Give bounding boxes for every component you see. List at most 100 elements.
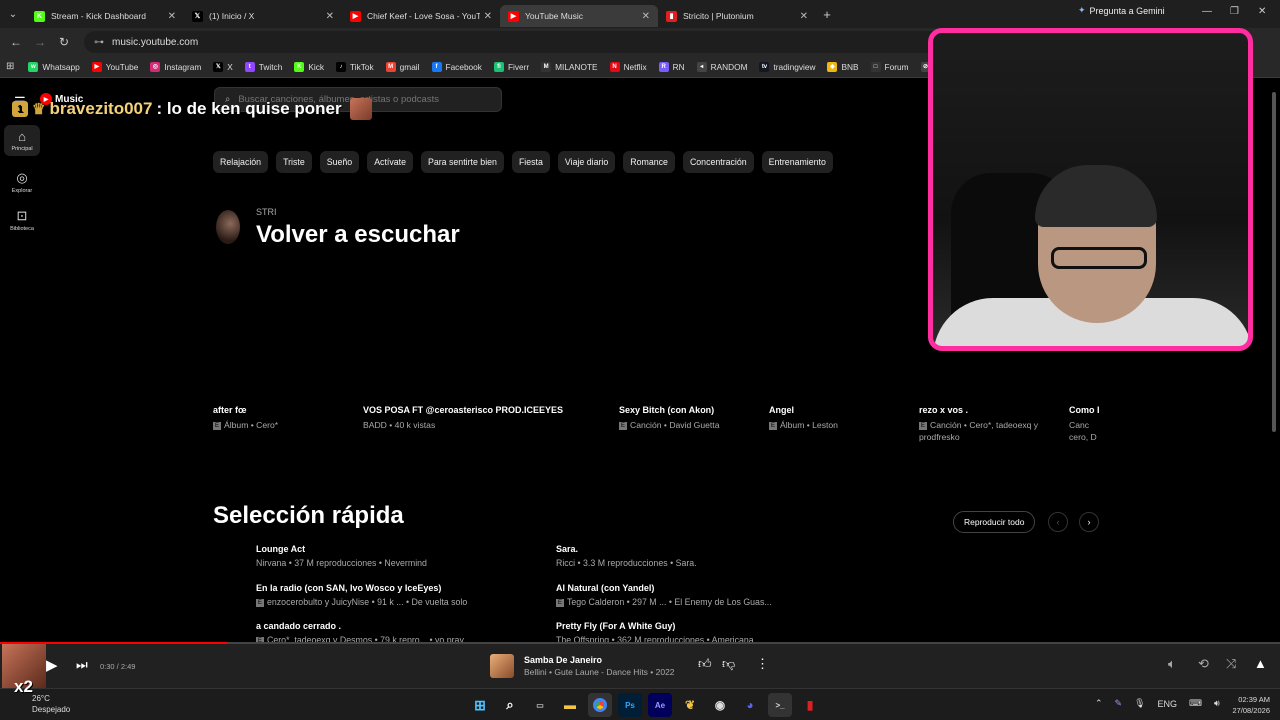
bookmark-item[interactable]: K Kick: [294, 61, 324, 72]
play-all-button[interactable]: Reproducir todo: [953, 511, 1036, 533]
browser-tab[interactable]: K Stream - Kick Dashboard ✕: [26, 5, 184, 27]
tab-close-icon[interactable]: ✕: [168, 11, 176, 22]
mood-chip[interactable]: Fiesta: [511, 151, 550, 173]
tab-close-icon[interactable]: ✕: [800, 11, 808, 22]
volume-icon[interactable]: 🔈︎: [1168, 656, 1176, 672]
photoshop-icon[interactable]: Ps: [618, 693, 642, 717]
fl-studio-icon[interactable]: ❦: [678, 693, 702, 717]
shuffle-icon[interactable]: ⤨: [1226, 656, 1236, 672]
speaker-icon[interactable]: 🔊︎: [1214, 698, 1220, 709]
listen-again-card[interactable]: VOS POSA FT @ceroasterisco PROD.ICEEYES B…: [363, 405, 603, 431]
bookmark-item[interactable]: Mgmail: [385, 61, 420, 72]
microphone-icon[interactable]: 🎙︎: [1134, 698, 1145, 709]
bookmark-item[interactable]: ◆ BNB: [827, 61, 859, 72]
discord-icon[interactable]: ◕: [738, 693, 762, 717]
bookmark-item[interactable]: f Facebook: [431, 61, 482, 72]
back-icon[interactable]: ←: [4, 35, 28, 49]
listen-again-title[interactable]: Volver a escuchar: [256, 221, 460, 249]
pen-icon[interactable]: ✎: [1115, 698, 1123, 709]
bookmark-item[interactable]: ◂ RANDOM: [696, 61, 747, 72]
listen-again-card[interactable]: Angel E Álbum • Leston: [769, 405, 909, 431]
apps-icon[interactable]: ⊞: [6, 61, 14, 72]
bookmark-item[interactable]: ◎ Instagram: [150, 61, 201, 72]
play-icon[interactable]: ▶: [46, 656, 58, 674]
mood-chip[interactable]: Viaje diario: [557, 151, 616, 173]
bookmark-item[interactable]: M MILANOTE: [541, 61, 598, 72]
repeat-icon[interactable]: ⟲: [1198, 656, 1209, 672]
mood-chip[interactable]: Relajación: [213, 151, 269, 173]
bookmark-item[interactable]: fi Fiverr: [493, 61, 529, 72]
sidebar-item-principal[interactable]: ⌂ Principal: [4, 125, 40, 156]
now-playing-subtitle[interactable]: Bellini • Gute Laune - Dance Hits • 2022: [524, 667, 675, 677]
gemini-button[interactable]: ✦ Pregunta a Gemini: [1078, 5, 1165, 16]
tab-close-icon[interactable]: ✕: [326, 11, 334, 22]
plutonium-icon[interactable]: ▮: [798, 693, 822, 717]
browser-tab[interactable]: ▶ YouTube Music ✕: [500, 5, 658, 27]
progress-bar[interactable]: [0, 642, 1280, 644]
next-icon[interactable]: ⏭: [76, 657, 88, 673]
bookmark-item[interactable]: N Netflix: [609, 61, 647, 72]
bookmark-item[interactable]: t Twitch: [244, 61, 282, 72]
listen-again-avatar[interactable]: [216, 210, 240, 244]
chevron-right-icon[interactable]: ›: [1079, 512, 1099, 532]
quick-pick-row[interactable]: Lounge Act Nirvana • 37 M reproducciones …: [256, 544, 496, 568]
taskbar-search-icon[interactable]: ⌕: [498, 693, 522, 717]
mood-chip[interactable]: Triste: [276, 151, 312, 173]
page-scrollbar[interactable]: [1270, 82, 1278, 642]
listen-again-card[interactable]: after fœ E Álbum • Cero*: [213, 405, 353, 431]
bookmark-item[interactable]: 𝕏X: [213, 61, 233, 72]
quick-pick-row[interactable]: Sara. Ricci • 3.3 M reproducciones • Sara…: [556, 544, 796, 568]
mood-chip[interactable]: Romance: [623, 151, 675, 173]
browser-tab[interactable]: 𝕏 (1) Inicio / X ✕: [184, 5, 342, 27]
bookmark-item[interactable]: tv tradingview: [759, 61, 815, 72]
bookmark-item[interactable]: ♪ TikTok: [336, 61, 374, 72]
now-playing-title[interactable]: Samba De Janeiro: [524, 655, 602, 665]
taskbar-clock[interactable]: 02:39 AM 27/08/2026: [1228, 694, 1270, 716]
reload-icon[interactable]: ↻: [52, 35, 76, 49]
bookmark-item[interactable]: □ Forum: [870, 61, 909, 72]
chevron-left-icon[interactable]: ‹: [1048, 512, 1068, 532]
after-effects-icon[interactable]: Ae: [648, 693, 672, 717]
quick-picks-title[interactable]: Selección rápida: [213, 502, 404, 530]
minimize-button[interactable]: —: [1202, 6, 1212, 17]
mood-chip[interactable]: Concentración: [682, 151, 754, 173]
maximize-button[interactable]: ❐: [1230, 6, 1239, 17]
sidebar-item-explorar[interactable]: ◎ Explorar: [4, 170, 40, 194]
close-window-button[interactable]: ✕: [1258, 6, 1266, 17]
quick-pick-row[interactable]: En la radio (con SAN, Ivo Wosco y IceEye…: [256, 583, 496, 607]
tab-close-icon[interactable]: ✕: [642, 11, 650, 22]
bookmark-item[interactable]: w Whatsapp: [28, 61, 80, 72]
expand-player-icon[interactable]: ▲: [1254, 656, 1267, 671]
mood-chip[interactable]: Entrenamiento: [761, 151, 833, 173]
file-explorer-icon[interactable]: ▬: [558, 693, 582, 717]
scrollbar-thumb[interactable]: [1272, 92, 1276, 432]
windows-start-icon[interactable]: ⊞: [468, 693, 492, 717]
quick-pick-row[interactable]: Al Natural (con Yandel) E Tego Calderon • …: [556, 583, 796, 607]
terminal-icon[interactable]: >_: [768, 693, 792, 717]
mood-chip[interactable]: Sueño: [319, 151, 360, 173]
mood-chip[interactable]: Actívate: [367, 151, 413, 173]
language-indicator[interactable]: ENG: [1158, 699, 1178, 709]
browser-tab[interactable]: ▶ Chief Keef - Love Sosa - YouTub ✕: [342, 5, 500, 27]
sidebar-item-biblioteca[interactable]: ⊡ Biblioteca: [4, 208, 40, 232]
listen-again-card[interactable]: rezo x vos . E Canción • Cero*, tadeoexq y…: [919, 405, 1059, 443]
browser-tab[interactable]: ▮ Stricito | Plutonium ✕: [658, 5, 816, 27]
site-info-icon[interactable]: ⊶: [94, 37, 104, 48]
obs-icon[interactable]: ◉: [708, 693, 732, 717]
bookmark-item[interactable]: ▶ YouTube: [91, 61, 138, 72]
listen-again-card[interactable]: Como I Canc cero, D: [1069, 405, 1101, 443]
thumbs-down-icon[interactable]: 👎︎: [722, 656, 735, 672]
more-options-icon[interactable]: ⋮: [756, 656, 769, 672]
listen-again-card[interactable]: Sexy Bitch (con Akon) E Canción • David Gu…: [619, 405, 759, 431]
now-playing-cover[interactable]: [490, 654, 514, 678]
tray-overflow-icon[interactable]: ⌃: [1095, 698, 1103, 709]
network-icon[interactable]: ⌨: [1189, 698, 1202, 709]
chrome-icon[interactable]: [588, 693, 612, 717]
thumbs-up-icon[interactable]: 👍︎: [698, 656, 712, 672]
tab-search-icon[interactable]: ⌄: [0, 0, 26, 28]
bookmark-item[interactable]: R RN: [658, 61, 685, 72]
forward-icon[interactable]: →: [28, 35, 52, 49]
mood-chip[interactable]: Para sentirte bien: [420, 151, 504, 173]
task-view-icon[interactable]: ▭: [528, 693, 552, 717]
new-tab-button[interactable]: +: [816, 7, 838, 22]
